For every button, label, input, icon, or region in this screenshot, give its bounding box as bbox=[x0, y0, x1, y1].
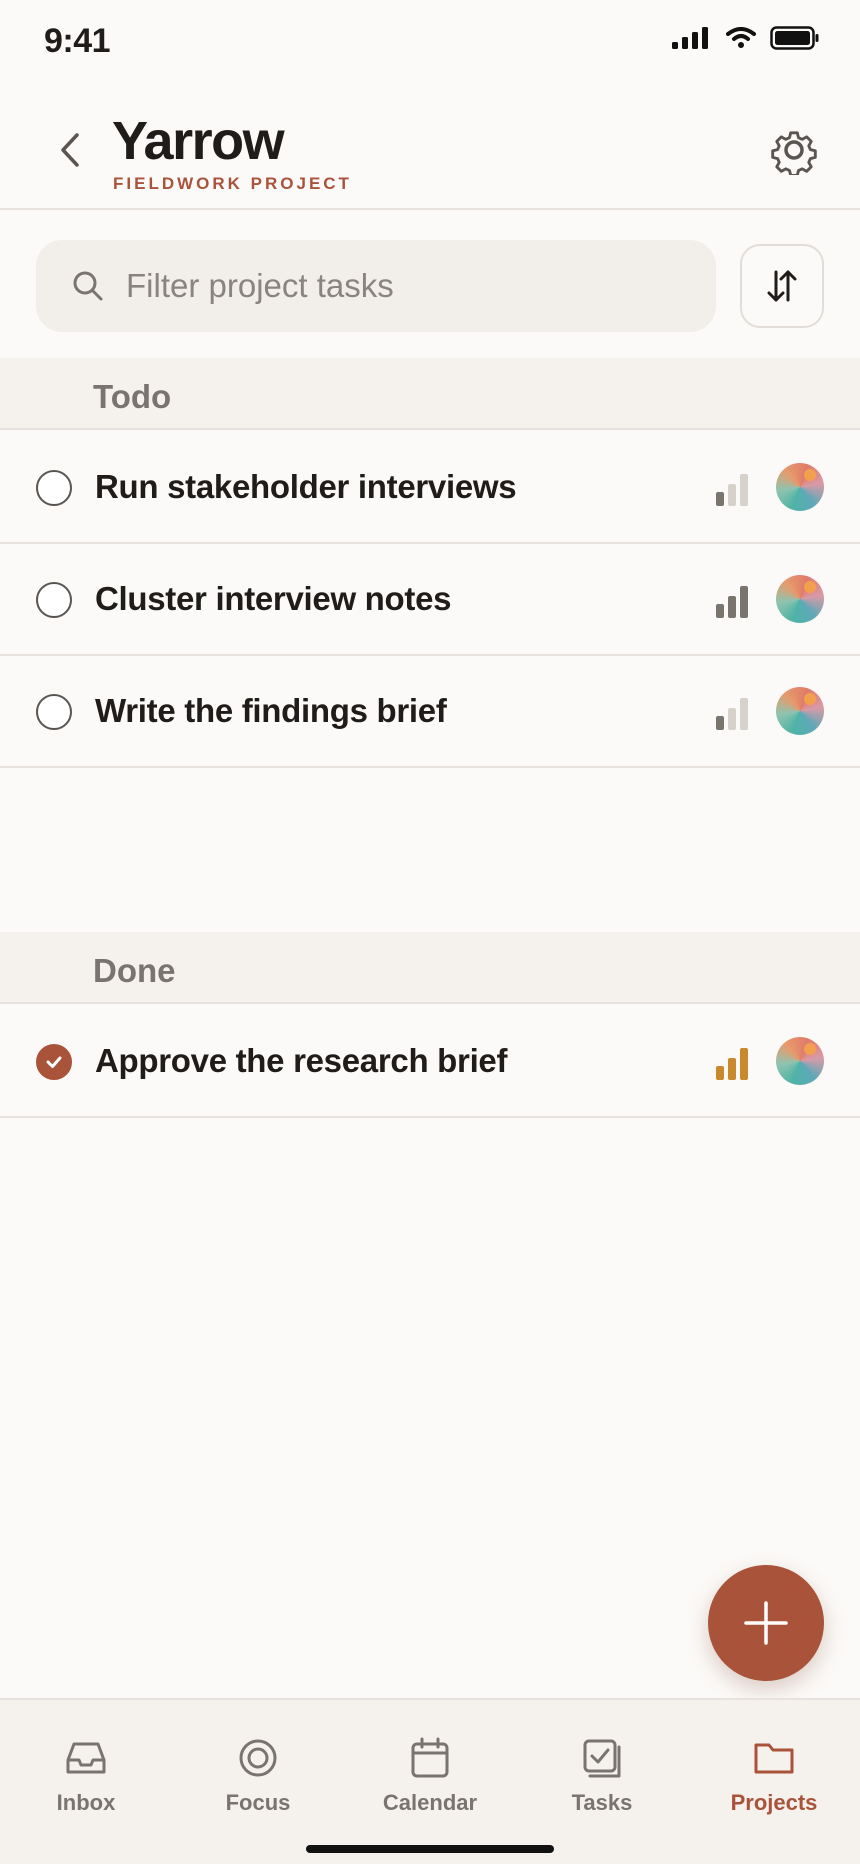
inbox-icon bbox=[66, 1742, 106, 1774]
task-row[interactable]: Approve the research brief bbox=[0, 1006, 860, 1118]
section-title: Todo bbox=[93, 378, 172, 415]
status-bar: 9:41 bbox=[0, 0, 860, 92]
header: Yarrow FIELDWORK PROJECT bbox=[0, 92, 860, 210]
add-task-button[interactable] bbox=[708, 1565, 824, 1681]
tab-focus[interactable]: Focus bbox=[188, 1736, 328, 1826]
section-header-done: Done bbox=[0, 932, 860, 1004]
tab-label: Focus bbox=[225, 1790, 291, 1815]
chevron-left-icon bbox=[61, 133, 79, 167]
checkmark-icon bbox=[46, 1056, 62, 1068]
plus-icon bbox=[744, 1601, 788, 1645]
search-input[interactable] bbox=[126, 267, 666, 305]
tab-tasks[interactable]: Tasks bbox=[532, 1736, 672, 1826]
tab-projects[interactable]: Projects bbox=[704, 1736, 844, 1826]
priority-high-icon bbox=[716, 1048, 748, 1080]
avatar[interactable] bbox=[776, 687, 824, 735]
sort-arrows-icon bbox=[767, 270, 797, 302]
calendar-icon bbox=[411, 1737, 449, 1778]
avatar-dot bbox=[804, 1043, 816, 1055]
task-title: Write the findings brief bbox=[95, 692, 447, 729]
page-subtitle: FIELDWORK PROJECT bbox=[113, 174, 352, 193]
task-checkbox[interactable] bbox=[36, 582, 72, 618]
task-row[interactable]: Cluster interview notes bbox=[0, 544, 860, 656]
gear-icon bbox=[771, 131, 817, 175]
task-checkbox-checked[interactable] bbox=[36, 1044, 72, 1080]
task-row[interactable]: Run stakeholder interviews bbox=[0, 432, 860, 544]
tasks-icon bbox=[583, 1739, 621, 1778]
priority-low-icon bbox=[716, 698, 748, 730]
section-title: Done bbox=[93, 952, 176, 989]
avatar[interactable] bbox=[776, 1037, 824, 1085]
wifi-icon bbox=[726, 27, 756, 48]
avatar[interactable] bbox=[776, 463, 824, 511]
task-title: Run stakeholder interviews bbox=[95, 468, 517, 505]
settings-button[interactable] bbox=[768, 124, 820, 176]
target-icon bbox=[239, 1739, 277, 1777]
tab-inbox[interactable]: Inbox bbox=[16, 1736, 156, 1826]
task-row[interactable]: Write the findings brief bbox=[0, 656, 860, 768]
avatar-dot bbox=[804, 469, 816, 481]
page-title: Yarrow bbox=[112, 111, 285, 171]
avatar-dot bbox=[804, 581, 816, 593]
tab-label: Calendar bbox=[382, 1790, 478, 1815]
task-checkbox[interactable] bbox=[36, 694, 72, 730]
task-title: Cluster interview notes bbox=[95, 580, 452, 617]
status-icons bbox=[672, 26, 820, 50]
priority-low-icon bbox=[716, 474, 748, 506]
folder-icon bbox=[754, 1743, 794, 1774]
section-header-todo: Todo bbox=[0, 358, 860, 430]
status-time: 9:41 bbox=[44, 22, 111, 60]
tab-label: Tasks bbox=[571, 1790, 633, 1815]
search-field[interactable] bbox=[36, 240, 716, 332]
tab-bar: Inbox Focus Calendar Tasks Projects bbox=[0, 1698, 860, 1864]
task-title: Approve the research brief bbox=[95, 1042, 508, 1079]
signal-icon bbox=[672, 27, 708, 49]
battery-icon bbox=[770, 26, 819, 50]
avatar-dot bbox=[804, 693, 816, 705]
avatar[interactable] bbox=[776, 575, 824, 623]
search-icon bbox=[73, 271, 103, 301]
sort-button[interactable] bbox=[740, 244, 824, 328]
tab-label: Projects bbox=[730, 1790, 818, 1815]
priority-high-icon bbox=[716, 586, 748, 618]
back-button[interactable] bbox=[52, 128, 88, 172]
tab-calendar[interactable]: Calendar bbox=[360, 1736, 500, 1826]
task-checkbox[interactable] bbox=[36, 470, 72, 506]
home-indicator[interactable] bbox=[306, 1845, 554, 1853]
tab-label: Inbox bbox=[56, 1790, 116, 1815]
